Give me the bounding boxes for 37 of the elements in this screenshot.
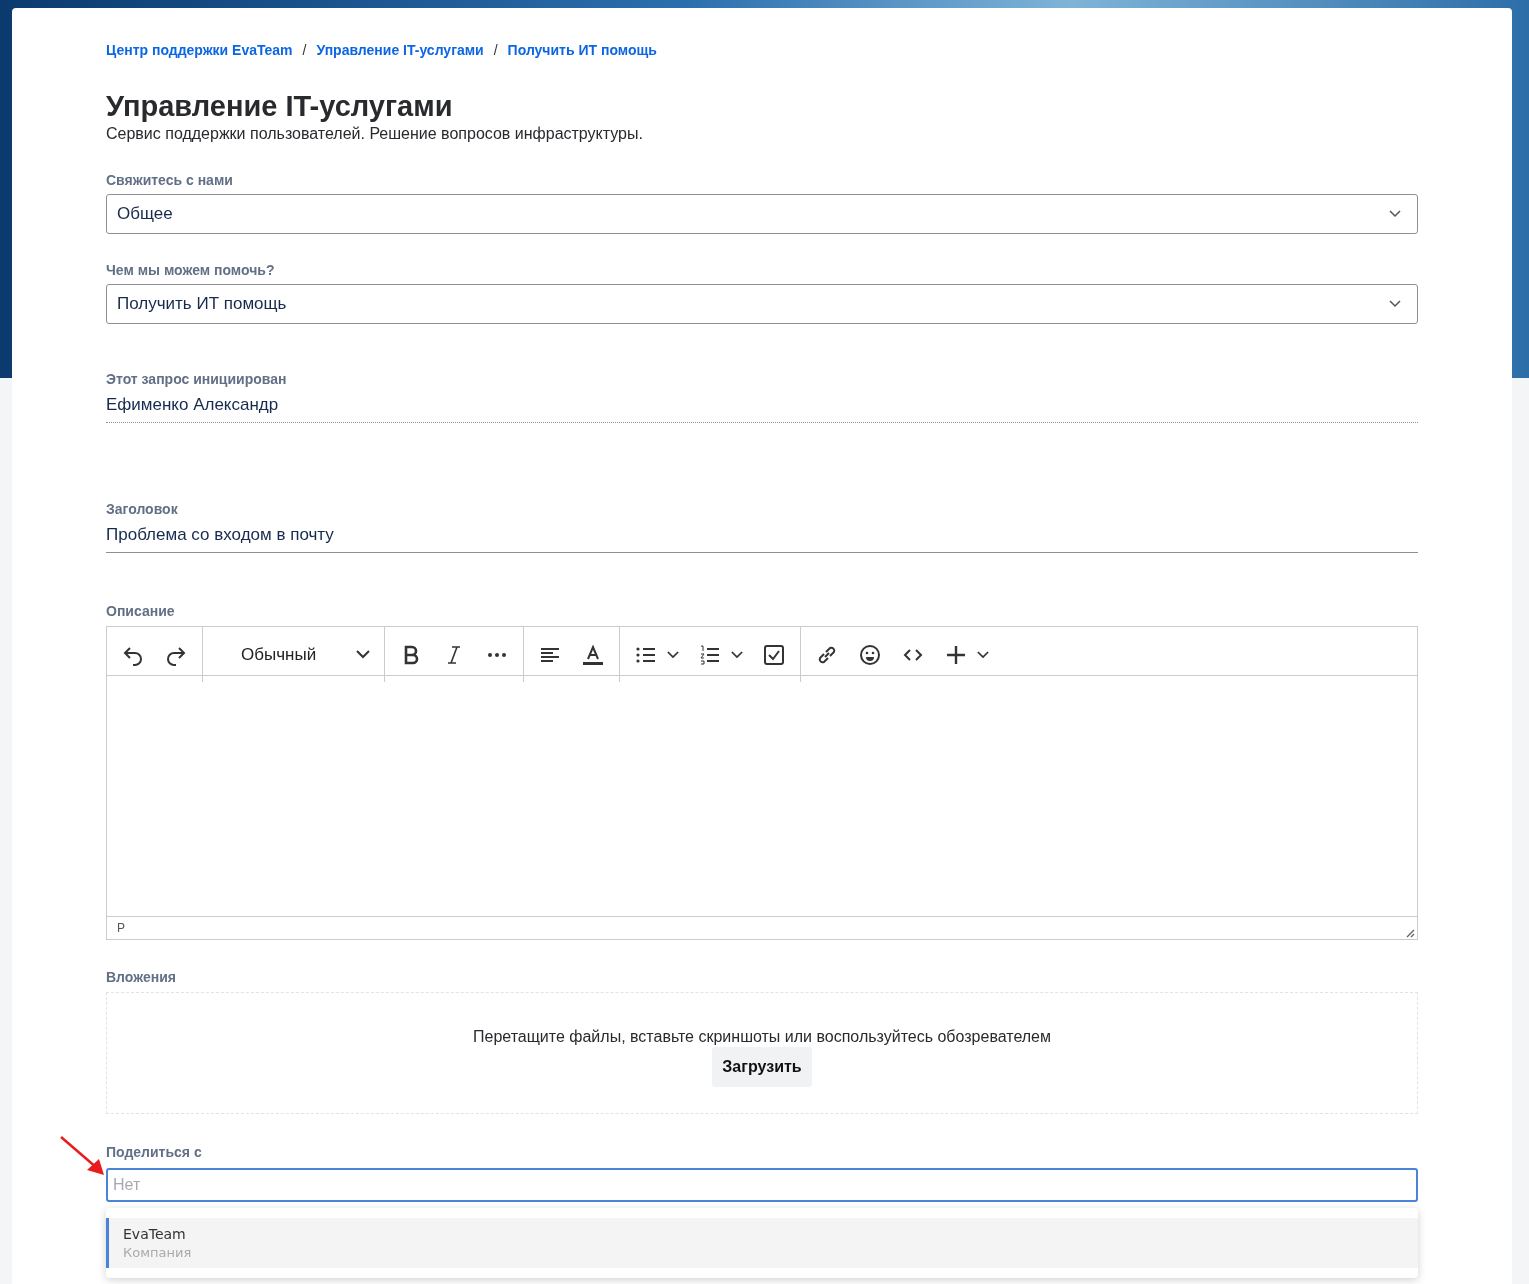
breadcrumb-link[interactable]: Управление IT-услугами [316,42,484,58]
block-style-dropdown[interactable]: Обычный [203,627,385,682]
annotation-arrow [59,1135,105,1177]
chevron-down-icon[interactable] [977,650,989,659]
emoji-icon[interactable] [858,642,882,667]
drop-zone[interactable]: Перетащите файлы, вставьте скриншоты или воспользуйтесь обозревателем Загрузить [106,992,1418,1114]
chevron-down-icon[interactable] [731,650,743,659]
drop-zone-hint: Перетащите файлы, вставьте скриншоты или воспользуйтесь обозревателем [473,1027,1051,1047]
dropdown-option[interactable]: EvaTeam Компания [106,1218,1418,1268]
field-label: Свяжитесь с нами [106,171,234,189]
element-path: P [117,921,125,935]
field-label: Этот запрос инициирован [106,370,288,388]
rich-text-editor[interactable]: Обычный P [106,626,1418,940]
field-label: Описание [106,602,176,620]
page-subtitle: Сервис поддержки пользователей. Решение вопросов инфраструктуры. [106,124,644,144]
numbered-list-icon[interactable] [698,642,722,667]
chevron-down-icon[interactable] [667,650,679,659]
chevron-down-icon [1389,210,1401,218]
page-title: Управление IT-услугами [106,89,454,124]
chevron-down-icon [356,650,370,659]
breadcrumb-link[interactable]: Получить ИТ помощь [507,42,657,58]
chevron-down-icon [1389,300,1401,308]
field-label: Поделиться с [106,1143,203,1161]
breadcrumb-separator: / [302,42,307,58]
upload-button[interactable]: Загрузить [712,1047,812,1087]
checkbox-icon[interactable] [762,642,786,667]
breadcrumb-separator: / [493,42,498,58]
field-label: Заголовок [106,500,179,518]
resize-handle-icon[interactable] [1405,928,1415,938]
field-label: Чем мы можем помочь? [106,261,276,279]
field-label: Вложения [106,968,177,986]
field-value: Ефименко Александр [106,393,1418,423]
select-field[interactable]: Получить ИТ помощь [106,284,1418,324]
breadcrumb-link[interactable]: Центр поддержки EvaTeam [106,42,293,58]
text-field[interactable]: Проблема со входом в почту [106,523,1418,553]
share-input-field[interactable]: Нет [106,1168,1418,1202]
select-field[interactable]: Общее [106,194,1418,234]
